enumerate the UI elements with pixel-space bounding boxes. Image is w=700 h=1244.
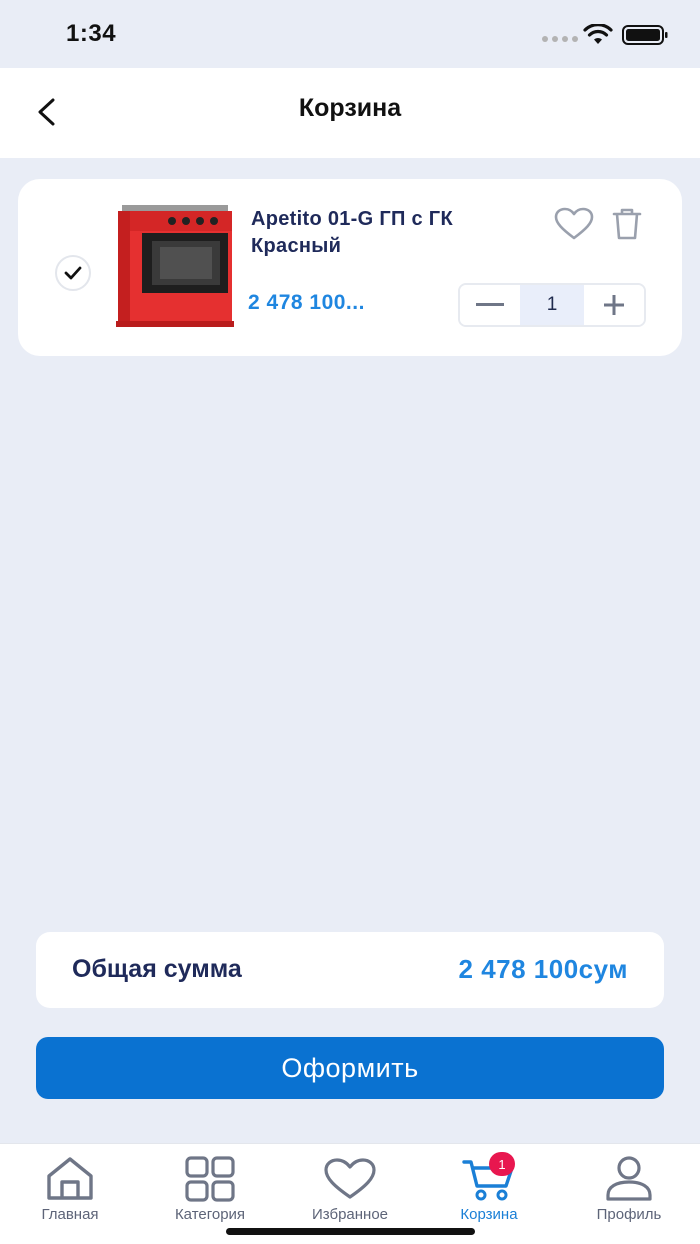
tab-label: Главная	[41, 1206, 99, 1223]
page-title: Корзина	[298, 94, 402, 122]
product-title[interactable]: Apetito 01-G ГП с ГК Красный	[251, 206, 541, 260]
header: Корзина	[0, 68, 700, 158]
home-icon	[42, 1154, 98, 1204]
tab-favorites[interactable]: Избранное	[295, 1154, 405, 1223]
battery-icon	[622, 25, 668, 45]
signal-icon	[542, 36, 578, 42]
decrease-quantity-button[interactable]	[460, 285, 520, 325]
quantity-stepper: 1	[458, 283, 646, 327]
cart-item-card: Apetito 01-G ГП с ГК Красный 2 478 100..…	[18, 179, 682, 356]
product-image[interactable]	[112, 203, 234, 331]
trash-icon[interactable]	[610, 207, 644, 241]
tab-profile[interactable]: Профиль	[574, 1154, 684, 1223]
tab-label: Категория	[174, 1206, 246, 1223]
user-icon	[601, 1154, 657, 1204]
home-indicator	[226, 1228, 475, 1235]
heart-icon	[322, 1154, 378, 1204]
tab-label: Профиль	[596, 1206, 662, 1223]
total-summary: Общая сумма 2 478 100сум	[36, 932, 664, 1008]
increase-quantity-button[interactable]	[584, 285, 644, 325]
checkout-button[interactable]: Оформить	[36, 1037, 664, 1099]
total-value: 2 478 100сум	[458, 954, 628, 984]
plus-icon	[604, 295, 624, 315]
checkmark-icon	[64, 266, 82, 280]
status-time: 1:34	[66, 20, 117, 47]
cart-icon: 1	[461, 1152, 517, 1204]
tab-label: Избранное	[311, 1206, 389, 1223]
product-price: 2 478 100...	[248, 291, 365, 314]
cart-count-badge: 1	[489, 1152, 515, 1176]
grid-icon	[182, 1154, 238, 1204]
status-bar: 1:34	[0, 0, 700, 68]
total-label: Общая сумма	[72, 955, 242, 983]
item-select-checkbox[interactable]	[55, 255, 91, 291]
tab-cart[interactable]: 1 Корзина	[434, 1152, 544, 1223]
quantity-value[interactable]: 1	[520, 285, 584, 325]
tab-label: Корзина	[460, 1206, 518, 1223]
tab-category[interactable]: Категория	[155, 1154, 265, 1223]
favorite-heart-icon[interactable]	[554, 207, 594, 241]
minus-icon	[476, 303, 504, 306]
wifi-icon	[583, 24, 613, 44]
tab-home[interactable]: Главная	[15, 1154, 125, 1223]
